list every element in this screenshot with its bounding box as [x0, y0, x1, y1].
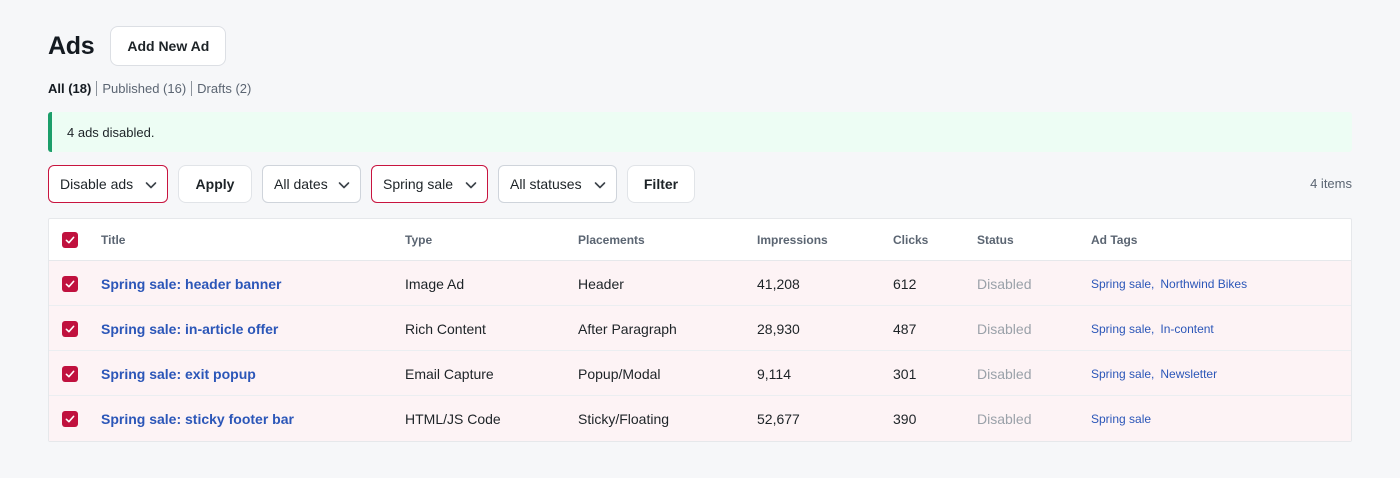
ad-impressions: 28,930 [757, 321, 800, 337]
status-filter-select[interactable]: All statuses [498, 165, 617, 203]
ad-tag-filter-value: Spring sale [383, 176, 454, 192]
chevron-down-icon [594, 182, 606, 189]
filter-button[interactable]: Filter [627, 165, 695, 203]
ad-status: Disabled [977, 276, 1032, 292]
view-published-link[interactable]: Published (16) [102, 81, 186, 96]
ad-tag-link[interactable]: Spring sale [1091, 322, 1151, 336]
ad-tags: Spring sale, Newsletter [1091, 367, 1218, 381]
dates-filter-select[interactable]: All dates [262, 165, 361, 203]
ad-type: HTML/JS Code [405, 411, 501, 427]
ad-type: Email Capture [405, 366, 494, 382]
notice-text: 4 ads disabled. [67, 124, 155, 140]
chevron-down-icon [338, 182, 350, 189]
ad-tag-link[interactable]: Northwind Bikes [1160, 277, 1247, 291]
table-row: Spring sale: header banner Image Ad Head… [49, 261, 1351, 306]
table-toolbar: Disable ads Apply All dates Spring sale … [48, 165, 1352, 203]
ad-tags: Spring sale, In-content [1091, 322, 1214, 336]
ad-impressions: 41,208 [757, 276, 800, 292]
checkmark-icon [65, 325, 75, 333]
ad-type: Image Ad [405, 276, 465, 292]
column-header-ad-tags: Ad Tags [1091, 233, 1138, 247]
ad-tags: Spring sale [1091, 412, 1151, 426]
ad-title-link[interactable]: Spring sale: in-article offer [101, 321, 278, 337]
checkmark-icon [65, 370, 75, 378]
items-count: 4 items [1310, 176, 1352, 191]
view-separator [96, 80, 98, 96]
ad-tag-link[interactable]: In-content [1160, 322, 1213, 336]
table-row: Spring sale: in-article offer Rich Conte… [49, 306, 1351, 351]
ad-tag-link[interactable]: Spring sale [1091, 277, 1151, 291]
ad-impressions: 9,114 [757, 366, 791, 382]
ad-status: Disabled [977, 411, 1032, 427]
ad-status: Disabled [977, 366, 1032, 382]
ads-table: Title Type Placements Impressions Clicks… [48, 218, 1352, 442]
ad-title-link[interactable]: Spring sale: exit popup [101, 366, 256, 382]
ad-placement: Popup/Modal [578, 366, 661, 382]
ad-title-link[interactable]: Spring sale: header banner [101, 276, 282, 292]
ad-impressions: 52,677 [757, 411, 800, 427]
row-checkbox[interactable] [62, 411, 78, 427]
view-filters: All (18) Published (16) Drafts (2) [48, 80, 251, 96]
page-title: Ads [48, 31, 95, 60]
column-header-impressions[interactable]: Impressions [757, 233, 828, 247]
dates-filter-value: All dates [274, 176, 328, 192]
title-row: Ads Add New Ad [48, 26, 227, 66]
column-header-placements: Placements [578, 233, 645, 247]
bulk-action-select[interactable]: Disable ads [48, 165, 168, 203]
ad-tag-filter-select[interactable]: Spring sale [371, 165, 488, 203]
ad-placement: Header [578, 276, 624, 292]
ad-clicks: 301 [893, 366, 917, 382]
ad-placement: After Paragraph [578, 321, 677, 337]
ad-tag-link[interactable]: Spring sale [1091, 412, 1151, 426]
success-notice: 4 ads disabled. [48, 112, 1352, 152]
checkmark-icon [65, 280, 75, 288]
apply-button[interactable]: Apply [178, 165, 252, 203]
ad-type: Rich Content [405, 321, 486, 337]
ad-tag-link[interactable]: Newsletter [1160, 367, 1217, 381]
ad-status: Disabled [977, 321, 1032, 337]
ad-clicks: 487 [893, 321, 917, 337]
column-header-type: Type [405, 233, 433, 247]
column-header-clicks[interactable]: Clicks [893, 233, 928, 247]
row-checkbox[interactable] [62, 276, 78, 292]
table-row: Spring sale: exit popup Email Capture Po… [49, 351, 1351, 396]
row-checkbox[interactable] [62, 366, 78, 382]
ads-page: Ads Add New Ad All (18) Published (16) D… [0, 0, 1400, 478]
ad-title-link[interactable]: Spring sale: sticky footer bar [101, 411, 294, 427]
ad-clicks: 612 [893, 276, 917, 292]
ad-placement: Sticky/Floating [578, 411, 670, 427]
select-all-checkbox[interactable] [62, 232, 78, 248]
bulk-action-value: Disable ads [60, 176, 134, 192]
checkmark-icon [65, 415, 75, 423]
chevron-down-icon [465, 182, 477, 189]
row-checkbox[interactable] [62, 321, 78, 337]
table-row: Spring sale: sticky footer bar HTML/JS C… [49, 396, 1351, 441]
table-header: Title Type Placements Impressions Clicks… [49, 219, 1351, 261]
ad-clicks: 390 [893, 411, 917, 427]
column-header-title[interactable]: Title [101, 233, 125, 247]
status-filter-value: All statuses [510, 176, 582, 192]
ad-tag-link[interactable]: Spring sale [1091, 367, 1151, 381]
view-all-link[interactable]: All (18) [48, 81, 91, 96]
view-drafts-link[interactable]: Drafts (2) [197, 81, 251, 96]
checkmark-icon [65, 236, 75, 244]
chevron-down-icon [145, 182, 157, 189]
add-new-ad-button[interactable]: Add New Ad [110, 26, 227, 66]
view-separator [191, 80, 193, 96]
ad-tags: Spring sale, Northwind Bikes [1091, 277, 1248, 291]
column-header-status: Status [977, 233, 1014, 247]
